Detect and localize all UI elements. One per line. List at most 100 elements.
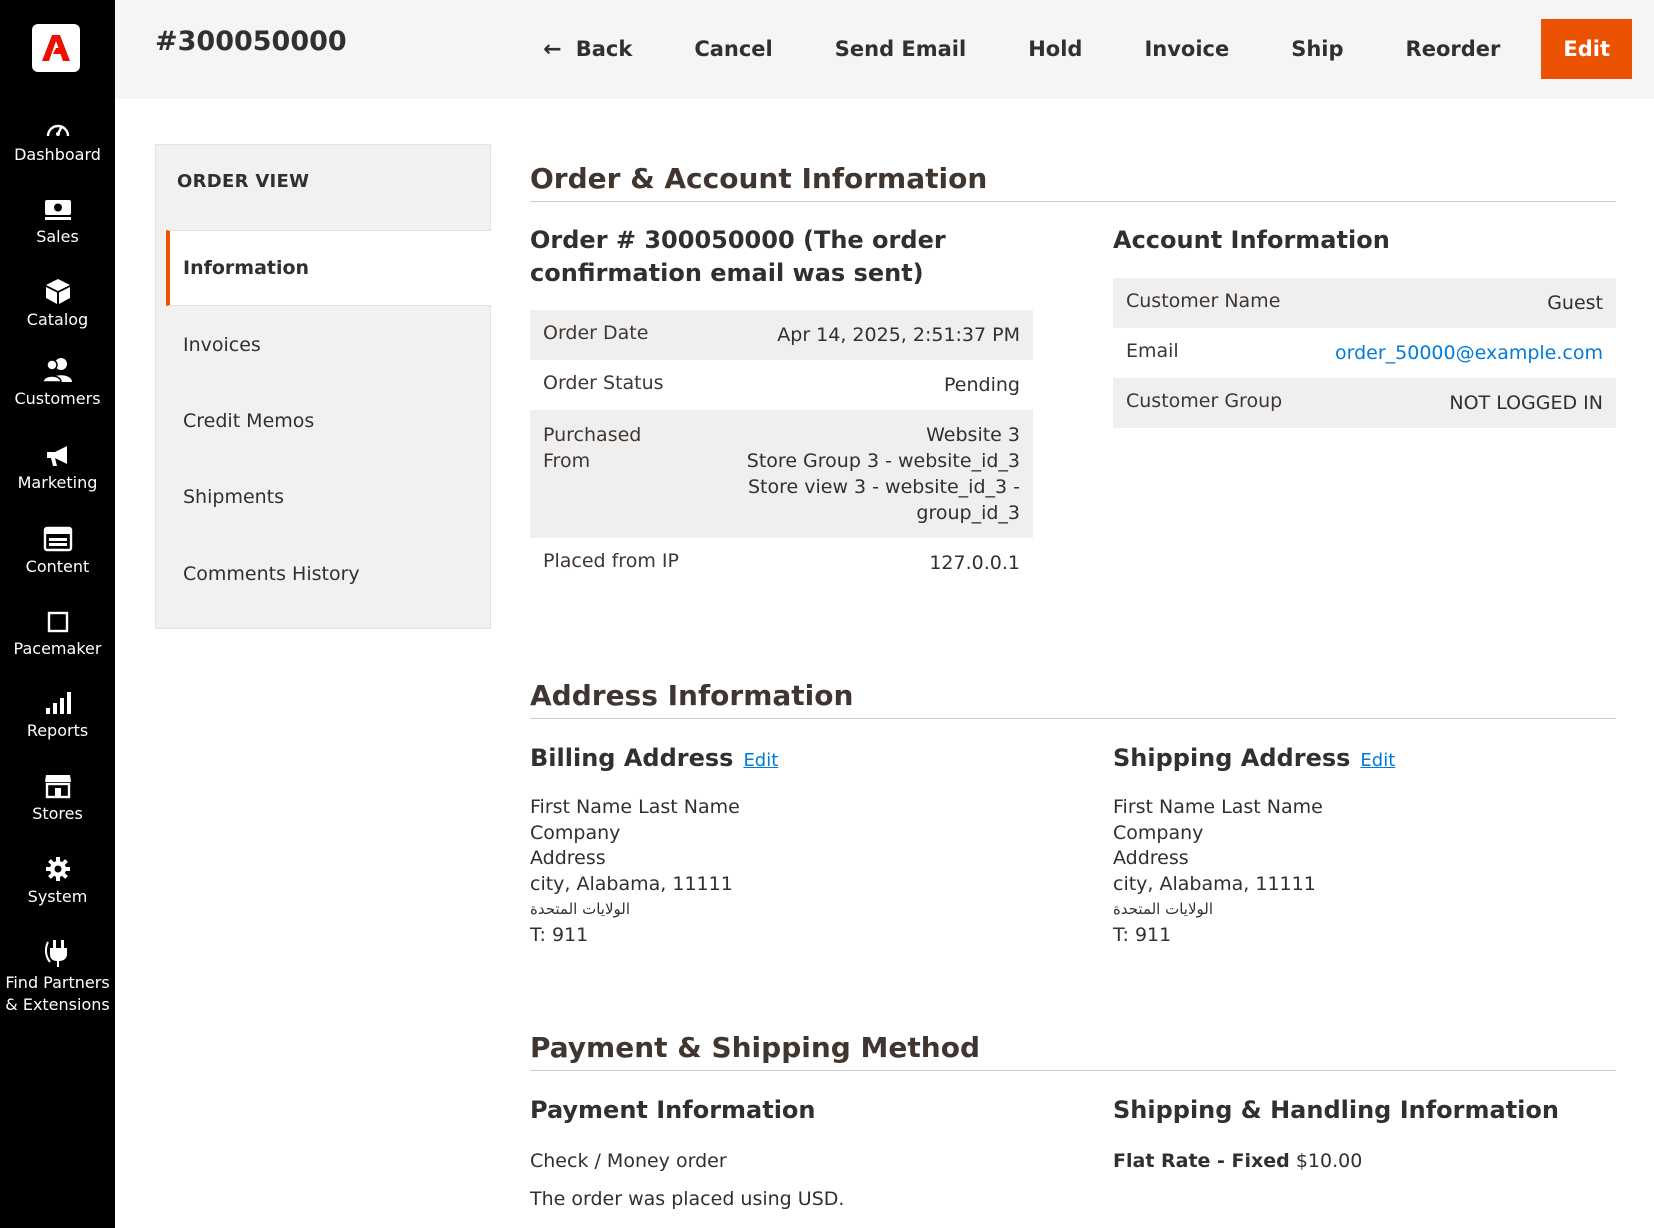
customer-group-value: NOT LOGGED IN bbox=[1449, 392, 1603, 414]
menu-label: Pacemaker bbox=[13, 639, 102, 658]
billing-address-heading: Billing Address bbox=[530, 744, 734, 772]
shipping-address-title: Shipping Address Edit bbox=[1113, 742, 1395, 777]
menu-label: Customers bbox=[14, 389, 101, 408]
order-date-label: Order Date bbox=[543, 322, 649, 344]
shipping-method-name: Flat Rate - Fixed bbox=[1113, 1150, 1290, 1172]
pacemaker-icon bbox=[47, 611, 68, 633]
adobe-logo[interactable] bbox=[32, 24, 80, 72]
customer-email-link[interactable]: order_50000@example.com bbox=[1335, 342, 1603, 364]
customer-group-label: Customer Group bbox=[1126, 390, 1283, 412]
menu-item-content[interactable]: Content bbox=[0, 526, 115, 578]
shipping-street: Address bbox=[1113, 847, 1189, 869]
menu-label: Catalog bbox=[26, 310, 89, 329]
order-title: Order # 300050000 (The order confirmatio… bbox=[530, 224, 1010, 290]
menu-label: Reports bbox=[26, 721, 89, 740]
order-view-tabs: ORDER VIEW Information Invoices Credit M… bbox=[155, 144, 491, 629]
table-row: Purchased From Website 3 Store Group 3 -… bbox=[530, 410, 1033, 538]
page-header: #300050000 ← Back Cancel Send Email Hold… bbox=[115, 0, 1654, 99]
section-title-address: Address Information bbox=[530, 679, 1616, 719]
billing-street: Address bbox=[530, 847, 606, 869]
tab-information[interactable]: Information bbox=[166, 230, 491, 306]
stores-icon bbox=[44, 775, 71, 799]
menu-label: Dashboard bbox=[14, 145, 101, 164]
sales-icon bbox=[44, 200, 71, 220]
shipping-address-heading: Shipping Address bbox=[1113, 744, 1351, 772]
billing-country: الولايات المتحدة bbox=[530, 900, 631, 918]
dashboard-icon bbox=[46, 124, 69, 137]
purchased-from-line: Store view 3 - website_id_3 - bbox=[747, 476, 1020, 498]
edit-billing-address-link[interactable]: Edit bbox=[743, 750, 778, 771]
back-label: Back bbox=[575, 37, 633, 61]
menu-item-customers[interactable]: Customers bbox=[0, 356, 115, 410]
menu-item-find-partners[interactable]: Find Partners & Extensions bbox=[0, 938, 115, 1016]
order-date-value: Apr 14, 2025, 2:51:37 PM bbox=[777, 324, 1020, 346]
billing-name: First Name Last Name bbox=[530, 796, 740, 818]
payment-info-title: Payment Information bbox=[530, 1096, 816, 1124]
table-row: Order Date Apr 14, 2025, 2:51:37 PM bbox=[530, 310, 1033, 360]
shipping-country: الولايات المتحدة bbox=[1113, 900, 1214, 918]
shipping-company: Company bbox=[1113, 821, 1204, 844]
tabs-title: ORDER VIEW bbox=[177, 171, 310, 192]
menu-item-marketing[interactable]: Marketing bbox=[0, 444, 115, 494]
invoice-button[interactable]: Invoice bbox=[1113, 19, 1260, 79]
purchased-from-label-line: Purchased bbox=[543, 424, 642, 446]
placed-ip-value: 127.0.0.1 bbox=[929, 552, 1020, 574]
customer-name-label: Customer Name bbox=[1126, 290, 1281, 312]
currency-note: The order was placed using USD. bbox=[530, 1188, 845, 1210]
ship-button[interactable]: Ship bbox=[1260, 19, 1374, 79]
content-icon bbox=[43, 526, 72, 552]
tab-invoices[interactable]: Invoices bbox=[166, 307, 491, 383]
plug-icon bbox=[44, 940, 67, 967]
shipping-method-line: Flat Rate - Fixed $10.00 bbox=[1113, 1150, 1362, 1172]
table-row: Order Status Pending bbox=[530, 360, 1033, 410]
menu-item-system[interactable]: System bbox=[0, 856, 115, 908]
marketing-icon bbox=[46, 446, 67, 466]
menu-item-catalog[interactable]: Catalog bbox=[0, 277, 115, 331]
menu-item-dashboard[interactable]: Dashboard bbox=[0, 118, 115, 166]
back-button[interactable]: ← Back bbox=[512, 19, 663, 79]
catalog-icon bbox=[45, 279, 70, 304]
menu-item-reports[interactable]: Reports bbox=[0, 690, 115, 742]
account-info-title: Account Information bbox=[1113, 226, 1390, 254]
gear-icon bbox=[45, 857, 70, 881]
order-title-line2: confirmation email was sent) bbox=[530, 259, 924, 287]
purchased-from-line: Store Group 3 - website_id_3 bbox=[746, 450, 1020, 472]
menu-label: Marketing bbox=[17, 473, 98, 492]
order-title-line1: Order # 300050000 (The order bbox=[530, 226, 946, 254]
purchased-from-line: Website 3 bbox=[926, 424, 1020, 446]
tab-shipments[interactable]: Shipments bbox=[166, 459, 491, 535]
menu-label: System bbox=[27, 887, 88, 906]
shipping-handling-title: Shipping & Handling Information bbox=[1113, 1096, 1559, 1124]
shipping-name: First Name Last Name bbox=[1113, 796, 1323, 818]
table-row: Placed from IP 127.0.0.1 bbox=[530, 538, 1033, 588]
billing-city: city, Alabama, 11111 bbox=[530, 872, 733, 895]
menu-item-stores[interactable]: Stores bbox=[0, 773, 115, 825]
edit-button[interactable]: Edit bbox=[1541, 19, 1632, 79]
menu-item-sales[interactable]: Sales bbox=[0, 198, 115, 248]
reorder-button[interactable]: Reorder bbox=[1375, 19, 1532, 79]
cancel-button[interactable]: Cancel bbox=[663, 19, 803, 79]
send-email-button[interactable]: Send Email bbox=[804, 19, 997, 79]
order-status-value: Pending bbox=[944, 374, 1020, 396]
hold-button[interactable]: Hold bbox=[997, 19, 1113, 79]
tab-comments-history[interactable]: Comments History bbox=[166, 536, 491, 612]
table-row: Customer Group NOT LOGGED IN bbox=[1113, 378, 1616, 428]
shipping-price: $10.00 bbox=[1295, 1150, 1363, 1172]
menu-label: & Extensions bbox=[5, 995, 110, 1014]
menu-label: Content bbox=[25, 557, 90, 576]
order-information-table: Order Date Apr 14, 2025, 2:51:37 PM Orde… bbox=[530, 310, 1033, 588]
purchased-from-label: Purchased From bbox=[530, 410, 707, 538]
placed-ip-label: Placed from IP bbox=[543, 550, 679, 572]
reports-icon bbox=[45, 692, 71, 714]
customers-icon bbox=[41, 358, 72, 383]
billing-address: First Name Last Name Company Address cit… bbox=[530, 795, 740, 948]
edit-shipping-address-link[interactable]: Edit bbox=[1360, 750, 1395, 771]
page-actions: ← Back Cancel Send Email Hold Invoice Sh… bbox=[512, 19, 1632, 79]
menu-item-pacemaker[interactable]: Pacemaker bbox=[0, 610, 115, 660]
section-title-order-account: Order & Account Information bbox=[530, 162, 1616, 202]
menu-label: Stores bbox=[32, 804, 83, 823]
tab-credit-memos[interactable]: Credit Memos bbox=[166, 383, 491, 459]
arrow-left-icon: ← bbox=[543, 36, 562, 62]
account-information-table: Customer Name Guest Email order_50000@ex… bbox=[1113, 278, 1616, 428]
order-status-label: Order Status bbox=[543, 372, 664, 394]
